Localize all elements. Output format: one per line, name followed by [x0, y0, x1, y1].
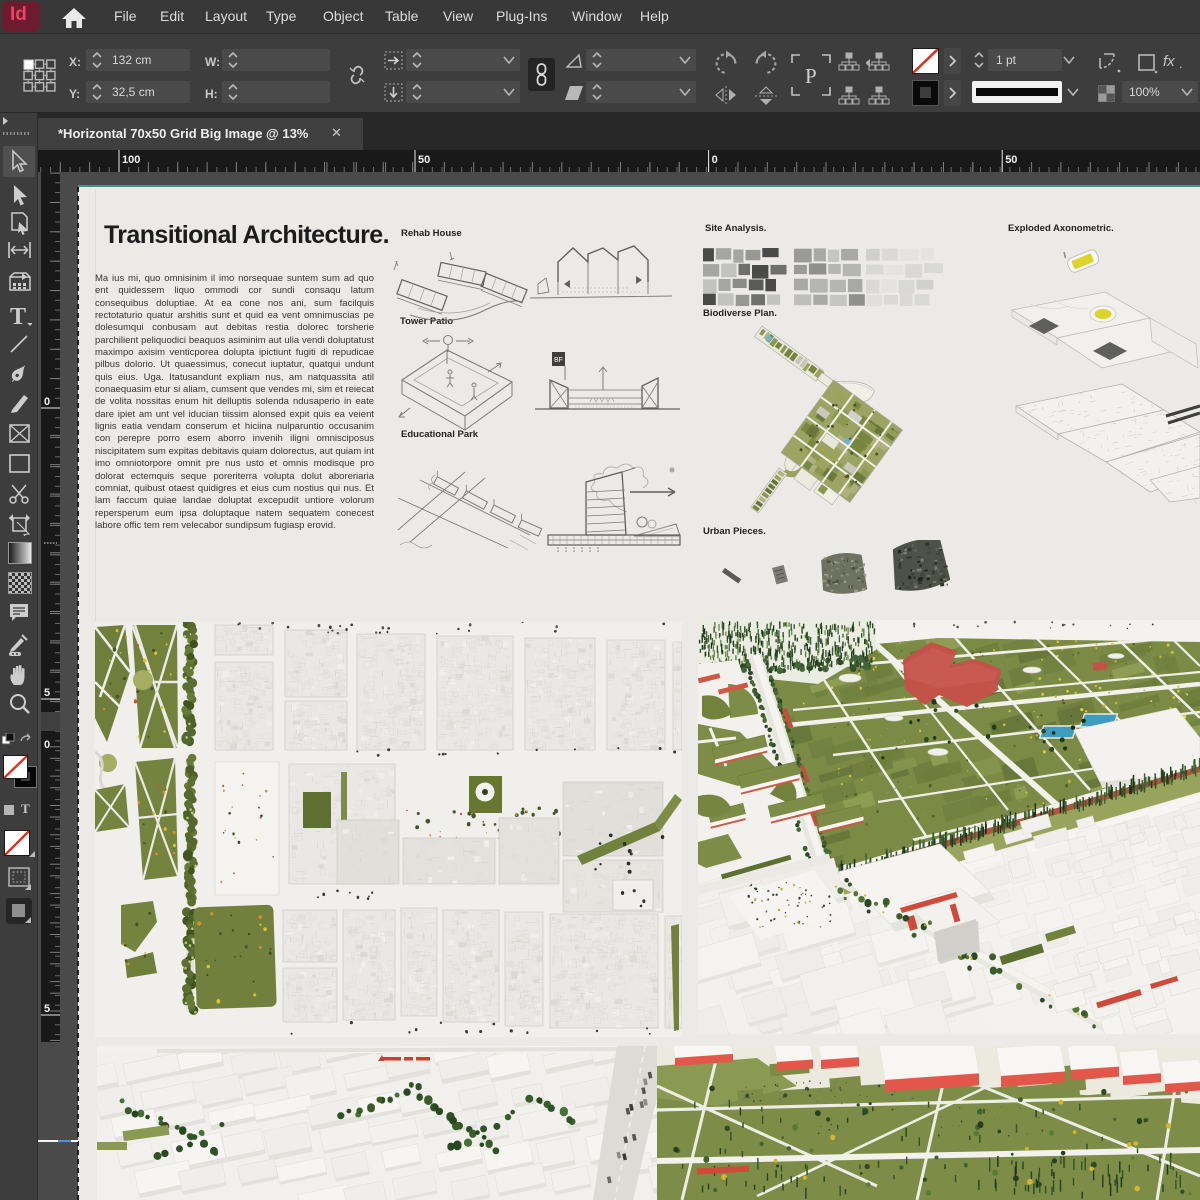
- svg-text:0: 0: [44, 396, 50, 408]
- svg-text:0: 0: [712, 154, 718, 166]
- svg-text:50: 50: [1005, 154, 1017, 166]
- svg-text:T: T: [10, 304, 26, 329]
- svg-text:50: 50: [418, 154, 430, 166]
- svg-text:BF: BF: [554, 357, 563, 364]
- svg-text:100: 100: [122, 154, 140, 166]
- svg-text:5: 5: [44, 687, 50, 699]
- svg-text:5: 5: [44, 1003, 50, 1015]
- svg-text:P: P: [805, 64, 817, 88]
- svg-text:0: 0: [44, 739, 50, 751]
